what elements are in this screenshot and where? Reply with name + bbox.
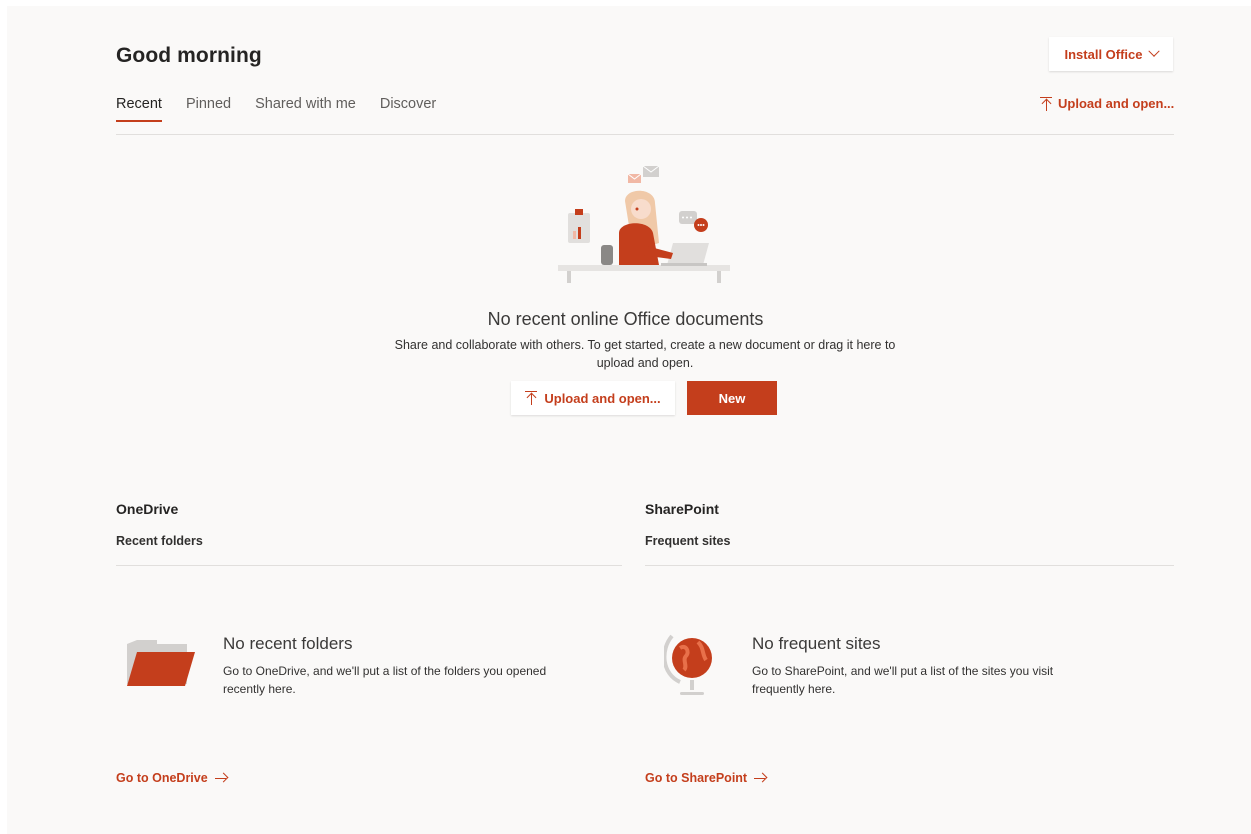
chevron-down-icon (1147, 45, 1160, 57)
tab-pinned[interactable]: Pinned (186, 96, 231, 122)
folder-icon (127, 640, 195, 686)
upload-and-open-label: Upload and open... (544, 390, 661, 406)
go-to-sharepoint-link[interactable]: Go to SharePoint (645, 771, 766, 785)
tab-shared-with-me[interactable]: Shared with me (255, 96, 356, 122)
no-frequent-sites-text: Go to SharePoint, and we'll put a list o… (752, 664, 1054, 696)
sharepoint-title: SharePoint (645, 501, 719, 517)
arrow-right-icon (754, 773, 766, 783)
woman-at-laptop-illustration (558, 165, 730, 283)
no-recent-folders-text: Go to OneDrive, and we'll put a list of … (223, 664, 547, 696)
upload-and-open-label: Upload and open... (1058, 96, 1175, 111)
onedrive-title: OneDrive (116, 501, 179, 517)
new-document-button[interactable]: New (687, 381, 777, 415)
install-office-button[interactable]: Install Office (1049, 37, 1173, 71)
upload-and-open-button[interactable]: Upload and open... (511, 381, 675, 415)
upload-icon (1040, 96, 1052, 111)
upload-and-open-link[interactable]: Upload and open... (1040, 96, 1174, 111)
go-to-onedrive-link[interactable]: Go to OneDrive (116, 771, 227, 785)
install-office-label: Install Office (1064, 46, 1143, 62)
no-recent-folders-title: No recent folders (223, 634, 353, 653)
recent-folders-subtitle: Recent folders (116, 534, 203, 548)
tab-recent[interactable]: Recent (116, 96, 162, 122)
arrow-right-icon (214, 773, 227, 783)
page-title: Good morning (116, 44, 262, 67)
empty-state-description: Share and collaborate with others. To ge… (394, 338, 896, 370)
empty-state-title: No recent online Office documents (487, 309, 764, 329)
onedrive-divider (116, 565, 622, 566)
frequent-sites-subtitle: Frequent sites (645, 534, 731, 548)
page-background (7, 6, 1251, 834)
document-tabs: Recent Pinned Shared with me Discover (116, 96, 460, 122)
go-to-sharepoint-label: Go to SharePoint (645, 771, 748, 785)
tab-discover[interactable]: Discover (380, 96, 436, 122)
upload-icon (525, 391, 538, 405)
no-frequent-sites-title: No frequent sites (752, 634, 881, 653)
globe-icon (664, 634, 712, 695)
sharepoint-divider (645, 565, 1174, 566)
go-to-onedrive-label: Go to OneDrive (116, 771, 208, 785)
divider (116, 134, 1174, 135)
